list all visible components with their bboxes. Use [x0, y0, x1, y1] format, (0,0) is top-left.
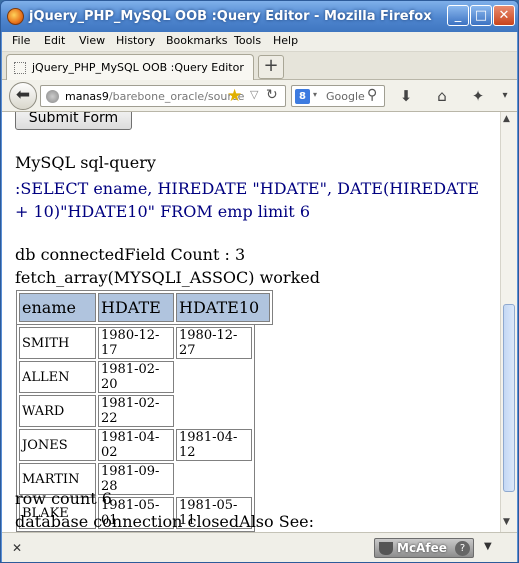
- back-arrow-icon: ⬅: [15, 85, 31, 105]
- cell-hdate: 1981-04-02: [98, 429, 174, 461]
- back-button[interactable]: ⬅: [9, 82, 37, 110]
- mcafee-shield-icon: [379, 542, 393, 555]
- url-host: manas9: [65, 90, 109, 103]
- close-icon[interactable]: ✕: [12, 541, 22, 555]
- page-content: Submit Form MySQL sql-query :SELECT enam…: [2, 112, 500, 532]
- search-engine-dropdown-icon[interactable]: ▾: [313, 90, 317, 99]
- chevron-down-icon[interactable]: ▽: [250, 88, 258, 101]
- tab-label: jQuery_PHP_MySQL OOB :Query Editor: [32, 61, 244, 74]
- tab-bar: jQuery_PHP_MySQL OOB :Query Editor +: [2, 52, 517, 80]
- menu-bar: File Edit View History Bookmarks Tools H…: [2, 32, 517, 52]
- close-button[interactable]: ✕: [493, 5, 515, 26]
- menu-help[interactable]: Help: [273, 34, 298, 47]
- cell-hdate10-empty: [176, 361, 252, 393]
- mcafee-label: McAfee: [397, 541, 447, 555]
- submit-form-button[interactable]: Submit Form: [15, 112, 132, 130]
- cell-hdate10-empty: [176, 395, 252, 427]
- globe-icon: [46, 90, 59, 103]
- window-title: jQuery_PHP_MySQL OOB :Query Editor - Moz…: [29, 9, 432, 24]
- search-box[interactable]: 8 ▾ Google ⚲: [291, 85, 385, 107]
- connection-closed-status: database connection closedAlso See:: [15, 512, 315, 531]
- mcafee-button[interactable]: McAfee ?: [374, 538, 474, 558]
- fetch-status: fetch_array(MYSQLI_ASSOC) worked: [15, 268, 320, 287]
- menu-bookmarks[interactable]: Bookmarks: [166, 34, 227, 47]
- cell-ename: WARD: [19, 395, 96, 427]
- minimize-button[interactable]: _: [447, 5, 469, 26]
- menu-tools[interactable]: Tools: [234, 34, 261, 47]
- column-header-ename: ename: [19, 293, 96, 322]
- navigation-bar: ⬅ manas9/barebone_oracle/source ★ ▽ ↻ 8 …: [2, 80, 517, 112]
- table-row: SMITH 1980-12-17 1980-12-27: [19, 327, 252, 359]
- help-icon[interactable]: ?: [455, 541, 470, 556]
- vertical-scrollbar[interactable]: ▲ ▼: [500, 112, 517, 532]
- scroll-down-icon[interactable]: ▼: [503, 517, 510, 527]
- new-tab-button[interactable]: +: [258, 55, 284, 79]
- cell-hdate10: 1980-12-27: [176, 327, 252, 359]
- magnifier-icon[interactable]: ⚲: [367, 87, 377, 103]
- menu-file[interactable]: File: [12, 34, 30, 47]
- cell-hdate: 1981-02-22: [98, 395, 174, 427]
- google-icon[interactable]: 8: [295, 89, 310, 104]
- bookmark-star-icon[interactable]: ★: [227, 86, 242, 106]
- addon-bar: ✕ McAfee ? ▼: [2, 532, 517, 562]
- cell-hdate: 1980-12-17: [98, 327, 174, 359]
- menu-edit[interactable]: Edit: [44, 34, 65, 47]
- cell-hdate10-empty: [176, 463, 252, 495]
- scroll-thumb[interactable]: [503, 304, 515, 492]
- menu-chevron-icon[interactable]: ▾: [494, 85, 516, 107]
- title-bar: jQuery_PHP_MySQL OOB :Query Editor - Moz…: [1, 1, 518, 32]
- table-row: ALLEN 1981-02-20: [19, 361, 252, 393]
- table-row: JONES 1981-04-02 1981-04-12: [19, 429, 252, 461]
- browser-window: jQuery_PHP_MySQL OOB :Query Editor - Moz…: [0, 0, 519, 563]
- cell-ename: SMITH: [19, 327, 96, 359]
- home-icon[interactable]: ⌂: [431, 85, 453, 107]
- firefox-logo-icon: [7, 8, 24, 25]
- url-text: manas9/barebone_oracle/source: [65, 90, 244, 103]
- url-bar[interactable]: manas9/barebone_oracle/source ★ ▽ ↻: [40, 85, 286, 107]
- menu-view[interactable]: View: [79, 34, 105, 47]
- cell-ename: ALLEN: [19, 361, 96, 393]
- scroll-up-icon[interactable]: ▲: [503, 114, 510, 124]
- results-header-table: ename HDATE HDATE10: [16, 290, 273, 325]
- menu-history[interactable]: History: [116, 34, 155, 47]
- row-count: row count 6: [15, 489, 112, 508]
- page-icon: [14, 62, 26, 74]
- column-header-hdate10: HDATE10: [176, 293, 270, 322]
- url-path: /barebone_oracle/source: [108, 90, 245, 103]
- maximize-button[interactable]: □: [470, 5, 492, 26]
- search-placeholder: Google: [326, 90, 365, 103]
- cell-hdate: 1981-02-20: [98, 361, 174, 393]
- reload-icon[interactable]: ↻: [266, 87, 278, 103]
- tab-query-editor[interactable]: jQuery_PHP_MySQL OOB :Query Editor: [6, 54, 254, 80]
- page-heading: MySQL sql-query: [15, 153, 156, 172]
- sql-query-text: :SELECT ename, HIREDATE "HDATE", DATE(HI…: [15, 179, 480, 221]
- column-header-hdate: HDATE: [98, 293, 174, 322]
- table-row: WARD 1981-02-22: [19, 395, 252, 427]
- cell-ename: JONES: [19, 429, 96, 461]
- download-icon[interactable]: ⬇: [395, 85, 417, 107]
- connection-status: db connectedField Count : 3: [15, 245, 246, 264]
- addon-icon[interactable]: ✦: [467, 85, 489, 107]
- cell-hdate10: 1981-04-12: [176, 429, 252, 461]
- chevron-down-icon[interactable]: ▼: [484, 541, 492, 552]
